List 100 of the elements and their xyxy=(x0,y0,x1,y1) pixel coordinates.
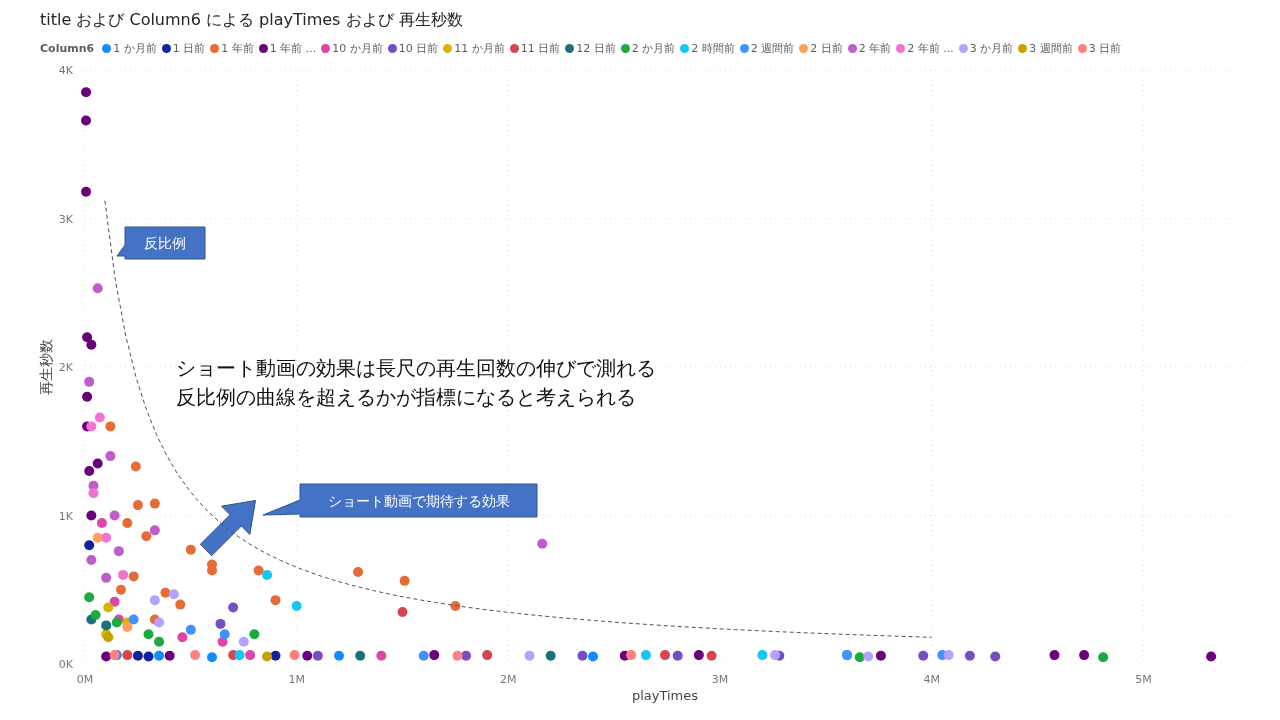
data-point xyxy=(185,624,196,635)
data-point xyxy=(1098,652,1109,663)
data-point xyxy=(149,498,160,509)
data-point xyxy=(964,650,975,661)
legend-label[interactable]: 11 日前 xyxy=(520,40,561,56)
data-point xyxy=(177,632,188,643)
legend-label[interactable]: 2 週間前 xyxy=(750,40,795,56)
data-point xyxy=(524,650,535,661)
data-point xyxy=(132,500,143,511)
data-point xyxy=(289,650,300,661)
x-tick-label: 3M xyxy=(711,673,729,686)
data-point xyxy=(312,650,323,661)
data-point xyxy=(399,575,410,586)
data-point xyxy=(149,525,160,536)
data-point xyxy=(545,650,556,661)
note-text: ショート動画の効果は長尺の再生回数の伸びで測れる xyxy=(176,355,656,382)
data-point xyxy=(94,412,105,423)
data-point xyxy=(238,636,249,647)
data-point xyxy=(86,510,97,521)
data-point xyxy=(154,617,165,628)
data-point xyxy=(418,650,429,661)
data-point xyxy=(175,599,186,610)
data-point xyxy=(109,596,120,607)
data-point xyxy=(626,650,637,661)
data-point xyxy=(96,517,107,528)
data-point xyxy=(1049,650,1060,661)
data-point xyxy=(207,652,217,663)
x-tick-label: 4M xyxy=(923,673,940,686)
legend-label[interactable]: 2 日前 xyxy=(810,40,843,56)
data-point xyxy=(190,650,201,661)
legend-title: Column6 xyxy=(40,41,95,55)
data-point xyxy=(376,650,387,661)
data-point xyxy=(160,587,171,598)
legend-label[interactable]: 3 週間前 xyxy=(1029,40,1073,56)
legend-label[interactable]: 1 か月前 xyxy=(113,40,157,56)
data-point xyxy=(149,595,160,606)
legend-label[interactable]: 12 日前 xyxy=(576,40,616,56)
data-point xyxy=(262,569,273,580)
data-point xyxy=(81,87,92,98)
data-point xyxy=(757,650,768,661)
data-point xyxy=(101,572,112,583)
note-text: 反比例の曲線を超えるかが指標になると考えられる xyxy=(176,384,636,411)
data-point xyxy=(640,650,651,661)
data-point xyxy=(185,544,196,555)
data-point xyxy=(154,650,165,661)
data-point xyxy=(84,592,95,603)
legend-label[interactable]: 1 日前 xyxy=(172,40,206,56)
legend-label[interactable]: 2 年前 ... xyxy=(907,40,954,56)
data-point xyxy=(105,451,116,462)
data-point xyxy=(219,629,230,640)
legend-label[interactable]: 2 年前 xyxy=(858,40,892,56)
data-point xyxy=(109,510,120,521)
data-point xyxy=(141,531,152,542)
legend-label[interactable]: 1 年前 xyxy=(221,40,254,56)
data-point xyxy=(270,650,281,661)
y-tick-label: 1K xyxy=(58,509,73,523)
data-point xyxy=(84,376,95,387)
x-tick-label: 1M xyxy=(288,673,305,686)
data-point xyxy=(118,569,129,580)
data-point xyxy=(86,555,97,566)
data-point xyxy=(101,651,112,662)
data-point xyxy=(577,650,588,661)
data-point xyxy=(302,650,313,661)
data-point xyxy=(113,546,124,557)
data-point xyxy=(429,650,440,661)
legend-label[interactable]: 10 日前 xyxy=(398,40,439,56)
data-point xyxy=(164,650,175,661)
data-point xyxy=(234,650,245,661)
data-point xyxy=(92,458,103,469)
data-point xyxy=(672,650,683,661)
data-point xyxy=(482,650,493,661)
data-point xyxy=(82,332,93,343)
data-point xyxy=(450,601,461,612)
legend-label[interactable]: 2 時間前 xyxy=(691,40,735,56)
data-point xyxy=(461,650,471,661)
legend-label[interactable]: 3 日前 xyxy=(1088,40,1122,56)
x-tick-label: 0M xyxy=(76,673,94,686)
data-point xyxy=(875,650,886,661)
data-point xyxy=(86,421,97,432)
y-tick-label: 2K xyxy=(58,361,73,374)
legend-label[interactable]: 1 年前 ... xyxy=(269,40,317,56)
data-point xyxy=(397,607,408,618)
legend-label[interactable]: 2 か月前 xyxy=(631,40,676,56)
data-point xyxy=(122,650,133,661)
data-point xyxy=(1079,650,1090,661)
data-point xyxy=(770,650,781,661)
legend-label[interactable]: 3 か月前 xyxy=(969,40,1014,56)
data-point xyxy=(943,650,954,661)
data-point xyxy=(249,629,260,640)
data-point xyxy=(92,532,103,543)
x-tick-label: 2M xyxy=(500,673,517,686)
data-point xyxy=(291,601,302,612)
data-point xyxy=(168,589,179,600)
data-point xyxy=(122,517,133,528)
data-point xyxy=(452,650,463,661)
legend-label[interactable]: 10 か月前 xyxy=(332,40,383,56)
data-point xyxy=(82,391,93,402)
data-point xyxy=(92,283,103,294)
legend-label[interactable]: 11 か月前 xyxy=(454,40,505,56)
callout-label: 反比例 xyxy=(116,226,206,260)
